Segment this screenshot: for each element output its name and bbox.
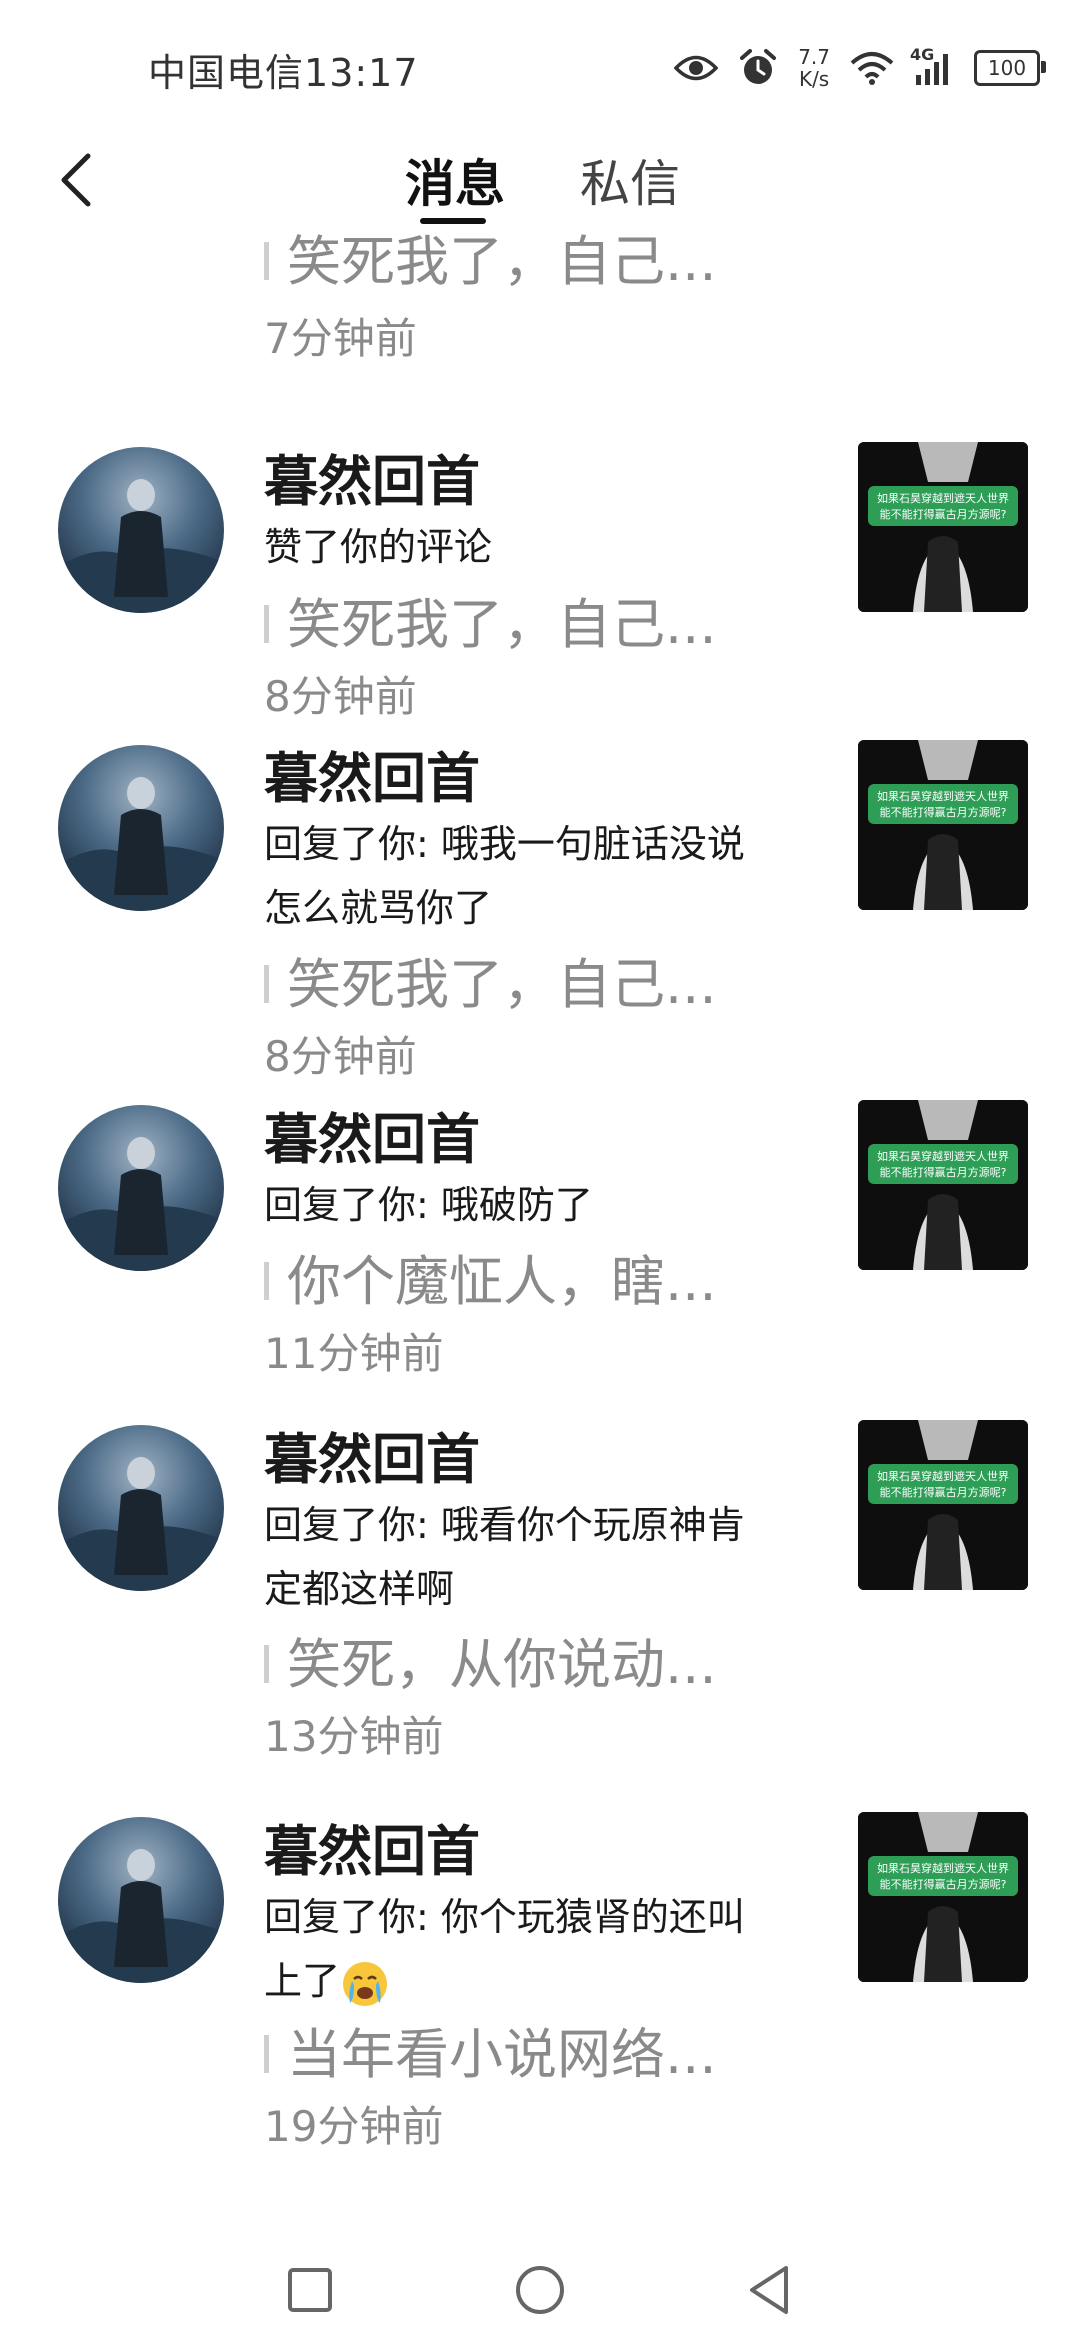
user-name[interactable]: 暮然回首 <box>264 437 480 516</box>
thumbnail-caption: 能不能打得赢古月方源呢? <box>880 1485 1007 1499</box>
crying-face-icon <box>340 1959 390 2009</box>
thumbnail-caption: 能不能打得赢古月方源呢? <box>880 1877 1007 1891</box>
home-button[interactable] <box>510 2260 570 2320</box>
video-thumbnail[interactable]: 如果石昊穿越到遮天人世界 能不能打得赢古月方源呢? <box>858 1420 1028 1590</box>
clock: 13:17 <box>304 51 419 95</box>
list-item[interactable]: 暮然回首 回复了你: 哦破防了 你个魔怔人，瞎... 11分钟前 如果石昊穿越到… <box>0 1085 1080 1410</box>
list-item[interactable]: 暮然回首 赞了你的评论 笑死我了，自己... 8分钟前 如果石昊穿越到遮天人世界… <box>0 365 1080 721</box>
carrier-and-time: 中国电信13:17 <box>148 42 419 97</box>
action-line: 怎么就骂你了 <box>264 886 493 930</box>
quoted-comment: 当年看小说网络... <box>264 2010 717 2089</box>
carrier-label: 中国电信 <box>148 51 305 95</box>
notification-list[interactable]: 笑死我了，自己... 7分钟前 暮然回首 赞了你的评论 笑死我了，自己... 8… <box>0 225 1080 2205</box>
system-navigation-bar <box>0 2240 1080 2340</box>
quoted-comment-text: 你个魔怔人，瞎... <box>287 1250 717 1313</box>
list-item[interactable]: 暮然回首 回复了你: 哦看你个玩原神肯 定都这样啊 笑死，从你说动... 13分… <box>0 1410 1080 1805</box>
back-nav-button[interactable] <box>740 2260 800 2320</box>
net-speed: 7.7 K/s <box>798 46 830 90</box>
wifi-icon <box>850 51 894 85</box>
user-name[interactable]: 暮然回首 <box>264 1807 480 1886</box>
tab-direct-messages[interactable]: 私信 <box>580 144 680 216</box>
quoted-comment: 笑死我了，自己... <box>264 940 717 1019</box>
avatar[interactable] <box>58 447 224 613</box>
tab-messages[interactable]: 消息 <box>405 144 505 216</box>
quoted-comment: 笑死我了，自己... <box>264 580 717 659</box>
list-item-partial[interactable]: 笑死我了，自己... 7分钟前 <box>0 225 1080 365</box>
timestamp: 7分钟前 <box>264 314 417 363</box>
quoted-comment: 你个魔怔人，瞎... <box>264 1237 717 1316</box>
timestamp: 11分钟前 <box>264 1329 444 1378</box>
video-thumbnail[interactable]: 如果石昊穿越到遮天人世界 能不能打得赢古月方源呢? <box>858 1812 1028 1982</box>
action-text: 回复了你: 你个玩猿肾的还叫 上了 <box>264 1885 804 2013</box>
list-item[interactable]: 暮然回首 回复了你: 你个玩猿肾的还叫 上了 当年看小说网络... 19分钟前 … <box>0 1805 1080 2205</box>
quoted-comment-text: 笑死我了，自己... <box>287 953 717 1016</box>
eye-icon <box>674 53 719 83</box>
avatar[interactable] <box>58 1105 224 1271</box>
avatar[interactable] <box>58 745 224 911</box>
timestamp: 8分钟前 <box>264 1032 417 1081</box>
net-speed-value: 7.7 <box>798 45 830 69</box>
timestamp: 19分钟前 <box>264 2102 444 2151</box>
video-thumbnail[interactable]: 如果石昊穿越到遮天人世界 能不能打得赢古月方源呢? <box>858 740 1028 910</box>
thumbnail-caption: 如果石昊穿越到遮天人世界 <box>877 789 1009 803</box>
timestamp: 13分钟前 <box>264 1712 444 1761</box>
recent-apps-button[interactable] <box>280 2260 340 2320</box>
alarm-icon <box>738 48 778 88</box>
quoted-comment: 笑死，从你说动... <box>264 1620 717 1699</box>
status-icons: 7.7 K/s 4G 100 <box>674 38 1046 98</box>
quoted-comment-text: 笑死我了，自己... <box>287 230 717 293</box>
action-line: 上了 <box>264 1959 341 2003</box>
square-icon <box>288 2268 332 2312</box>
list-item[interactable]: 暮然回首 回复了你: 哦我一句脏话没说 怎么就骂你了 笑死我了，自己... 8分… <box>0 690 1080 1085</box>
thumbnail-caption: 能不能打得赢古月方源呢? <box>880 1165 1007 1179</box>
status-bar: 中国电信13:17 7.7 K/s 4G 100 <box>0 0 1080 130</box>
action-text: 回复了你: 哦我一句脏话没说 怎么就骂你了 <box>264 812 804 940</box>
battery-level: 100 <box>987 56 1027 80</box>
net-speed-unit: K/s <box>798 67 830 91</box>
quoted-comment-text: 笑死，从你说动... <box>287 1633 717 1696</box>
action-line-with-emoji: 上了 <box>264 1949 804 2013</box>
action-line: 定都这样啊 <box>264 1567 455 1611</box>
video-thumbnail[interactable]: 如果石昊穿越到遮天人世界 能不能打得赢古月方源呢? <box>858 442 1028 612</box>
thumbnail-caption: 能不能打得赢古月方源呢? <box>880 805 1007 819</box>
user-name[interactable]: 暮然回首 <box>264 1415 480 1494</box>
avatar[interactable] <box>58 1425 224 1591</box>
network-type: 4G <box>910 45 935 64</box>
chevron-left-icon <box>61 153 91 207</box>
thumbnail-caption: 如果石昊穿越到遮天人世界 <box>877 1469 1009 1483</box>
user-name[interactable]: 暮然回首 <box>264 1095 480 1174</box>
user-name[interactable]: 暮然回首 <box>264 734 480 813</box>
battery-indicator: 100 <box>974 50 1046 86</box>
action-line: 赞了你的评论 <box>264 525 493 569</box>
action-line: 回复了你: 哦看你个玩原神肯 <box>264 1503 745 1547</box>
thumbnail-caption: 如果石昊穿越到遮天人世界 <box>877 1861 1009 1875</box>
action-line: 回复了你: 哦破防了 <box>264 1183 593 1227</box>
thumbnail-caption: 如果石昊穿越到遮天人世界 <box>877 491 1009 505</box>
action-text: 回复了你: 哦看你个玩原神肯 定都这样啊 <box>264 1493 804 1621</box>
thumbnail-caption: 能不能打得赢古月方源呢? <box>880 507 1007 521</box>
quoted-comment: 笑死我了，自己... <box>264 217 717 296</box>
action-line: 回复了你: 哦我一句脏话没说 <box>264 822 745 866</box>
signal-icon: 4G <box>910 45 954 85</box>
header: 消息 私信 <box>0 130 1080 230</box>
action-text: 回复了你: 哦破防了 <box>264 1173 804 1237</box>
video-thumbnail[interactable]: 如果石昊穿越到遮天人世界 能不能打得赢古月方源呢? <box>858 1100 1028 1270</box>
action-line: 回复了你: 你个玩猿肾的还叫 <box>264 1895 745 1939</box>
thumbnail-caption: 如果石昊穿越到遮天人世界 <box>877 1149 1009 1163</box>
circle-icon <box>516 2266 564 2314</box>
avatar[interactable] <box>58 1817 224 1983</box>
quoted-comment-text: 当年看小说网络... <box>287 2023 717 2086</box>
quoted-comment-text: 笑死我了，自己... <box>287 593 717 656</box>
back-button[interactable] <box>50 148 110 212</box>
action-text: 赞了你的评论 <box>264 515 804 579</box>
triangle-back-icon <box>750 2266 788 2314</box>
